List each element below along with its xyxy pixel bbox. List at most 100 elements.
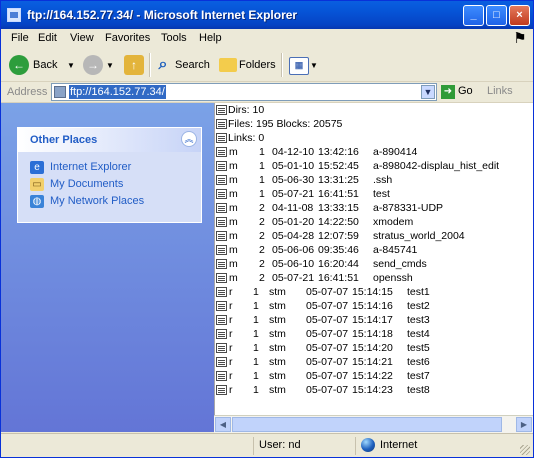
internet-explorer-icon: e (30, 161, 44, 174)
menu-edit[interactable]: Edit (38, 32, 57, 44)
other-places-header[interactable]: Other Places ︽ (18, 128, 201, 152)
close-button[interactable]: × (509, 5, 530, 26)
up-folder-icon: ↑ (124, 55, 144, 75)
listing-row[interactable]: m 2 05-06-06 09:35:46 a-845741 (215, 243, 533, 257)
internet-explorer-window: ftp://164.152.77.34/ - Microsoft Interne… (0, 0, 534, 458)
maximize-button[interactable]: □ (486, 5, 507, 26)
listing-row[interactable]: m 1 05-01-10 15:52:45 a-898042-displau_h… (215, 159, 533, 173)
listing-header-line: Dirs: 10 (215, 103, 533, 117)
address-bar: Address ftp://164.152.77.34/ ▼ ➜ Go Link… (1, 82, 533, 103)
text-file-icon (216, 301, 227, 311)
text-file-icon (216, 357, 227, 367)
up-folder-button[interactable]: ↑ (122, 53, 146, 77)
text-file-icon (216, 329, 227, 339)
text-file-icon (216, 161, 227, 171)
text-file-icon (216, 175, 227, 185)
listing-row[interactable]: m 2 05-06-10 16:20:44 send_cmds (215, 257, 533, 271)
chevron-up-icon[interactable]: ︽ (181, 131, 197, 147)
my-documents-icon: ▭ (30, 178, 44, 191)
text-file-icon (216, 287, 227, 297)
task-pane: Other Places ︽ e Internet Explorer ▭ My … (1, 103, 214, 432)
text-file-icon (216, 217, 227, 227)
folders-label: Folders (239, 59, 276, 71)
go-button[interactable]: ➜ Go (441, 84, 483, 100)
forward-dropdown-icon: ▼ (106, 61, 114, 70)
listing-row[interactable]: m 2 04-11-08 13:33:15 a-878331-UDP (215, 201, 533, 215)
scroll-right-icon[interactable]: ▶ (516, 417, 532, 432)
resize-grip[interactable] (520, 445, 530, 455)
search-button[interactable]: ⌕ Search (153, 53, 213, 77)
menu-file[interactable]: File (11, 32, 29, 44)
listing-row[interactable]: r 1 stm 05-07-07 15:14:20 test5 (215, 341, 533, 355)
menu-tools[interactable]: Tools (161, 32, 187, 44)
status-user: User: nd (259, 439, 301, 451)
window-title: ftp://164.152.77.34/ - Microsoft Interne… (27, 8, 298, 22)
my-network-places-label: My Network Places (50, 195, 145, 207)
horizontal-scrollbar[interactable]: ◀ ▶ (214, 415, 533, 433)
views-dropdown-icon: ▼ (310, 61, 318, 70)
text-file-icon (216, 203, 227, 213)
text-file-icon (216, 315, 227, 325)
go-label: Go (458, 85, 473, 97)
listing-row[interactable]: m 1 05-07-21 16:41:51 test (215, 187, 533, 201)
address-label: Address (7, 86, 48, 98)
address-dropdown-icon[interactable]: ▼ (421, 85, 435, 99)
text-file-icon (216, 147, 227, 157)
views-icon: ▦ (289, 57, 309, 75)
listing-row[interactable]: r 1 stm 05-07-07 15:14:17 test3 (215, 313, 533, 327)
listing-header-line: Links: 0 (215, 131, 533, 145)
folders-icon (219, 58, 237, 72)
text-file-icon (216, 343, 227, 353)
listing-row[interactable]: m 2 05-04-28 12:07:59 stratus_world_2004 (215, 229, 533, 243)
minimize-button[interactable]: _ (463, 5, 484, 26)
menu-view[interactable]: View (70, 32, 94, 44)
back-label: Back (33, 59, 58, 71)
menu-bar: File Edit View Favorites Tools Help ⚑ (1, 29, 533, 50)
text-file-icon (216, 189, 227, 199)
listing-row[interactable]: r 1 stm 05-07-07 15:14:22 test7 (215, 369, 533, 383)
listing-row[interactable]: m 1 05-06-30 13:31:25 .ssh (215, 173, 533, 187)
ftp-listing: Dirs: 10 Files: 195 Blocks: 20575 Links:… (214, 103, 533, 415)
address-value[interactable]: ftp://164.152.77.34/ (69, 85, 166, 99)
menu-favorites[interactable]: Favorites (105, 32, 150, 44)
back-button[interactable]: ← Back (7, 53, 69, 77)
text-file-icon (216, 259, 227, 269)
back-arrow-icon: ← (9, 55, 29, 75)
windows-flag-icon: ⚑ (513, 30, 527, 47)
listing-row[interactable]: m 1 04-12-10 13:42:16 a-890414 (215, 145, 533, 159)
status-divider (355, 437, 356, 455)
toolbar-separator (149, 53, 151, 77)
listing-row[interactable]: m 2 05-01-20 14:22:50 xmodem (215, 215, 533, 229)
listing-row[interactable]: r 1 stm 05-07-07 15:14:21 test6 (215, 355, 533, 369)
my-documents-label: My Documents (50, 178, 124, 190)
toolbar-separator (281, 53, 283, 77)
folders-button[interactable]: Folders (219, 53, 279, 77)
listing-row[interactable]: r 1 stm 05-07-07 15:14:16 test2 (215, 299, 533, 313)
status-divider (253, 437, 254, 455)
title-bar[interactable]: ftp://164.152.77.34/ - Microsoft Interne… (1, 1, 533, 29)
forward-arrow-icon: → (83, 55, 103, 75)
text-file-icon (216, 371, 227, 381)
search-label: Search (175, 59, 210, 71)
scroll-thumb[interactable] (232, 417, 502, 432)
standard-toolbar: ← Back ▼ → ▼ ↑ ⌕ Search Folders ▦ ▼ (1, 49, 533, 82)
listing-row[interactable]: r 1 stm 05-07-07 15:14:15 test1 (215, 285, 533, 299)
listing-row[interactable]: m 2 05-07-21 16:41:51 openssh (215, 271, 533, 285)
internet-explorer-label: Internet Explorer (50, 161, 132, 173)
text-file-icon (216, 273, 227, 283)
go-arrow-icon: ➜ (441, 85, 455, 99)
listing-row[interactable]: r 1 stm 05-07-07 15:14:18 test4 (215, 327, 533, 341)
text-file-icon (216, 245, 227, 255)
ftp-page-icon (54, 86, 66, 98)
links-button[interactable]: Links (487, 85, 513, 97)
menu-help[interactable]: Help (199, 32, 222, 44)
ftp-folder-icon (7, 8, 21, 22)
views-button[interactable]: ▦ ▼ (289, 53, 319, 77)
address-input[interactable]: ftp://164.152.77.34/ ▼ (51, 83, 437, 101)
text-file-icon (216, 105, 227, 115)
listing-row[interactable]: r 1 stm 05-07-07 15:14:23 test8 (215, 383, 533, 397)
scroll-left-icon[interactable]: ◀ (215, 417, 231, 432)
network-places-icon: ◍ (30, 195, 44, 208)
forward-button[interactable]: → ▼ (81, 53, 115, 77)
back-dropdown-icon[interactable]: ▼ (67, 61, 75, 70)
